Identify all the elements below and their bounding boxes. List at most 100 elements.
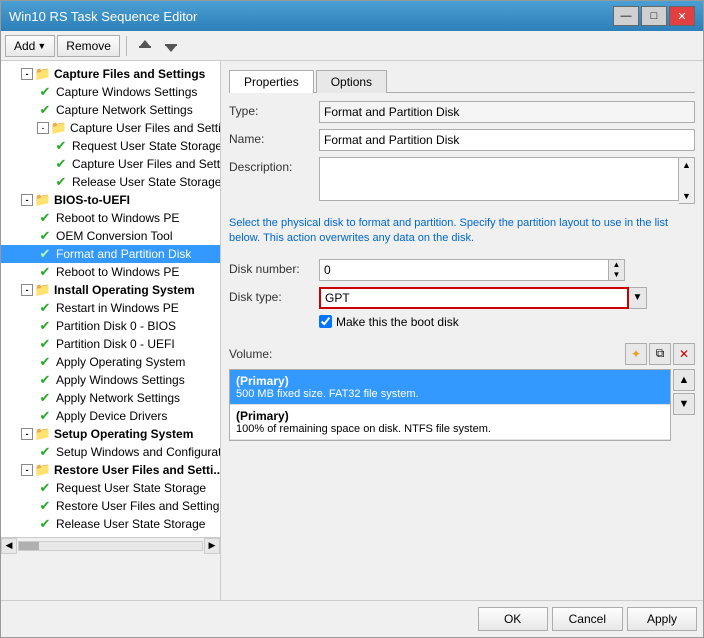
description-textarea[interactable]: [319, 157, 679, 201]
boot-disk-checkbox[interactable]: [319, 315, 332, 328]
volume-item-0[interactable]: (Primary) 500 MB fixed size. FAT32 file …: [230, 370, 670, 405]
tree-item-apply-drivers[interactable]: ✔ Apply Device Drivers: [1, 407, 220, 425]
apply-button[interactable]: Apply: [627, 607, 697, 631]
tree-group-setup-os[interactable]: - 📁 Setup Operating System: [1, 425, 220, 443]
move-up-icon[interactable]: [133, 35, 157, 57]
item-label: Capture Windows Settings: [56, 85, 197, 99]
toolbar-separator: [126, 36, 127, 56]
scrollbar-track[interactable]: [18, 541, 203, 551]
item-label: Format and Partition Disk: [56, 247, 191, 261]
tree-item-reboot-winpe1[interactable]: ✔ Reboot to Windows PE: [1, 209, 220, 227]
window-title: Win10 RS Task Sequence Editor: [9, 9, 197, 24]
check-icon: ✔: [37, 264, 53, 280]
scroll-up-arrow[interactable]: ▲: [679, 158, 694, 172]
tree-group-install-os[interactable]: - 📁 Install Operating System: [1, 281, 220, 299]
tree-item-release-user2[interactable]: ✔ Release User State Storage: [1, 515, 220, 533]
type-input[interactable]: [319, 101, 695, 123]
item-label: Capture User Files and Setting...: [72, 157, 221, 171]
scroll-left-button[interactable]: ◀: [1, 538, 17, 554]
volume-side-buttons: ▲ ▼: [673, 369, 695, 441]
titlebar-buttons: — □ ✕: [613, 6, 695, 26]
volume-add-button[interactable]: ✦: [625, 343, 647, 365]
description-scrollbar: ▲ ▼: [679, 157, 695, 204]
folder-icon: 📁: [35, 192, 51, 208]
tab-options[interactable]: Options: [316, 70, 387, 93]
expand-setup-os[interactable]: -: [21, 428, 33, 440]
boot-disk-row: Make this the boot disk: [319, 315, 695, 329]
spin-down[interactable]: ▼: [609, 270, 624, 280]
ok-button[interactable]: OK: [478, 607, 548, 631]
name-input[interactable]: [319, 129, 695, 151]
tree-item-apply-network[interactable]: ✔ Apply Network Settings: [1, 389, 220, 407]
volume-item-1[interactable]: (Primary) 100% of remaining space on dis…: [230, 405, 670, 440]
main-window: Win10 RS Task Sequence Editor — □ ✕ Add …: [0, 0, 704, 638]
expand-bios[interactable]: -: [21, 194, 33, 206]
tree-item-restore-user-files[interactable]: ✔ Restore User Files and Settings: [1, 497, 220, 515]
tree-item-reboot-winpe2[interactable]: ✔ Reboot to Windows PE: [1, 263, 220, 281]
tree-group-restore[interactable]: - 📁 Restore User Files and Setti...: [1, 461, 220, 479]
item-label: Partition Disk 0 - UEFI: [56, 337, 175, 351]
item-label: Apply Windows Settings: [56, 373, 185, 387]
tree-item-capture-network[interactable]: ✔ Capture Network Settings: [1, 101, 220, 119]
tree-item-capture-user-group[interactable]: - 📁 Capture User Files and Setti...: [1, 119, 220, 137]
tree-item-release-user[interactable]: ✔ Release User State Storage: [1, 173, 220, 191]
item-label: Request User State Storage: [56, 481, 206, 495]
toolbar: Add ▼ Remove: [1, 31, 703, 61]
expand-capture-user[interactable]: -: [37, 122, 49, 134]
maximize-button[interactable]: □: [641, 6, 667, 26]
tree-item-restart-winpe[interactable]: ✔ Restart in Windows PE: [1, 299, 220, 317]
tree-item-capture-windows[interactable]: ✔ Capture Windows Settings: [1, 83, 220, 101]
item-label: Setup Windows and Configuration: [56, 445, 221, 459]
minimize-button[interactable]: —: [613, 6, 639, 26]
tree-item-apply-windows[interactable]: ✔ Apply Windows Settings: [1, 371, 220, 389]
spin-up[interactable]: ▲: [609, 260, 624, 270]
tree-item-setup-windows[interactable]: ✔ Setup Windows and Configuration: [1, 443, 220, 461]
volume-move-down-button[interactable]: ▼: [673, 393, 695, 415]
tree-item-format-partition[interactable]: ✔ Format and Partition Disk: [1, 245, 220, 263]
tree-item-partition-uefi[interactable]: ✔ Partition Disk 0 - UEFI: [1, 335, 220, 353]
instruction-text: Select the physical disk to format and p…: [229, 216, 695, 247]
check-icon: ✔: [37, 372, 53, 388]
tree-group-bios[interactable]: - 📁 BIOS-to-UEFI: [1, 191, 220, 209]
disk-type-label: Disk type:: [229, 287, 319, 304]
tree-item-request-user2[interactable]: ✔ Request User State Storage: [1, 479, 220, 497]
disk-type-dropdown[interactable]: ▼: [629, 287, 647, 309]
scroll-right-button[interactable]: ▶: [204, 538, 220, 554]
tree-item-request-user[interactable]: ✔ Request User State Storage: [1, 137, 220, 155]
check-icon: ✔: [37, 318, 53, 334]
disk-number-label: Disk number:: [229, 259, 319, 276]
name-label: Name:: [229, 129, 319, 146]
tree-item-partition-bios[interactable]: ✔ Partition Disk 0 - BIOS: [1, 317, 220, 335]
tree-item-oem[interactable]: ✔ OEM Conversion Tool: [1, 227, 220, 245]
add-dropdown-arrow: ▼: [37, 41, 46, 51]
item-label: Apply Device Drivers: [56, 409, 167, 423]
expand-restore[interactable]: -: [21, 464, 33, 476]
titlebar: Win10 RS Task Sequence Editor — □ ✕: [1, 1, 703, 31]
tree-item-apply-os[interactable]: ✔ Apply Operating System: [1, 353, 220, 371]
close-button[interactable]: ✕: [669, 6, 695, 26]
disk-type-row: Disk type: ▼: [229, 287, 695, 309]
item-label: OEM Conversion Tool: [56, 229, 173, 243]
cancel-button[interactable]: Cancel: [552, 607, 623, 631]
tab-properties[interactable]: Properties: [229, 70, 314, 93]
check-icon: ✔: [37, 228, 53, 244]
disk-type-input[interactable]: [319, 287, 629, 309]
disk-number-input[interactable]: [319, 259, 609, 281]
volume-delete-button[interactable]: ✕: [673, 343, 695, 365]
check-icon: ✔: [37, 516, 53, 532]
tree-item-capture-user-files[interactable]: ✔ Capture User Files and Setting...: [1, 155, 220, 173]
volume-move-up-button[interactable]: ▲: [673, 369, 695, 391]
expand-install-os[interactable]: -: [21, 284, 33, 296]
move-down-icon[interactable]: [159, 35, 183, 57]
volume-edit-button[interactable]: ⧉: [649, 343, 671, 365]
add-button[interactable]: Add ▼: [5, 35, 55, 57]
disk-number-spinner: ▲ ▼: [609, 259, 625, 281]
check-icon: ✔: [37, 354, 53, 370]
type-label: Type:: [229, 101, 319, 118]
folder-icon: 📁: [51, 120, 67, 136]
remove-button[interactable]: Remove: [57, 35, 120, 57]
scroll-down-arrow[interactable]: ▼: [679, 189, 694, 203]
expand-capture[interactable]: -: [21, 68, 33, 80]
scrollbar-thumb: [19, 542, 39, 550]
tree-group-capture[interactable]: - 📁 Capture Files and Settings: [1, 65, 220, 83]
